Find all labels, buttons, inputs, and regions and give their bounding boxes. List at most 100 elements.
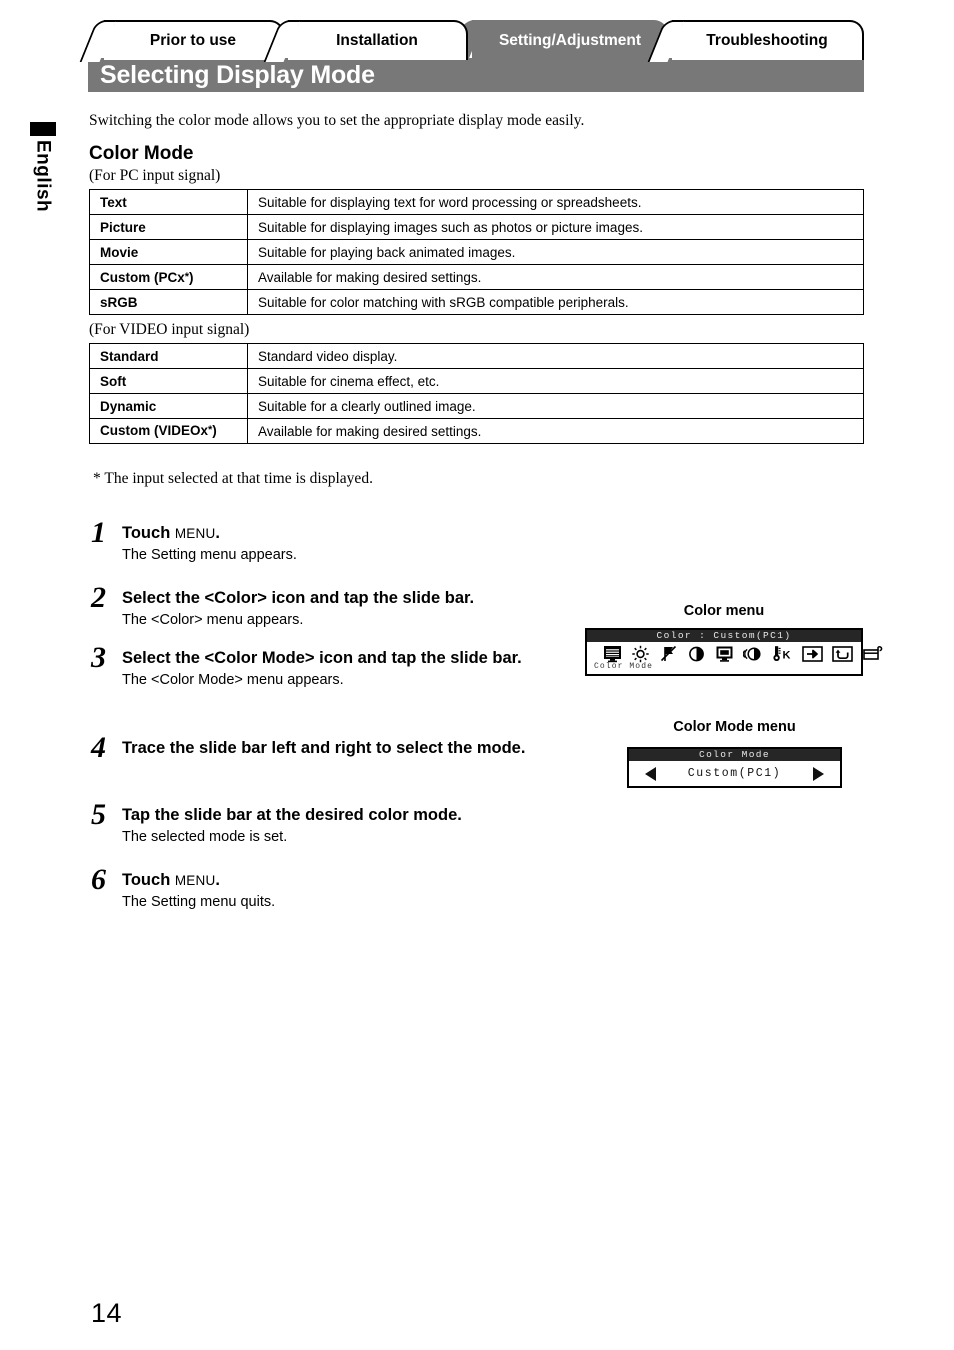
step-number: 6 <box>91 863 106 896</box>
tab-prior-to-use-label: Prior to use <box>149 32 237 49</box>
table-cell-desc: Suitable for displaying text for word pr… <box>247 189 864 215</box>
input-signal-icon[interactable] <box>802 645 823 663</box>
right-arrow-icon[interactable] <box>813 766 824 781</box>
pc-signal-caption: (For PC input signal) <box>89 167 221 184</box>
table-row: Standard Standard video display. <box>89 343 864 369</box>
brightness-icon[interactable] <box>631 645 650 663</box>
table-cell-mode: Custom (VIDEOx*) <box>89 417 248 445</box>
menu-key-label: MENU <box>174 873 216 888</box>
color-mode-icon[interactable] <box>603 645 622 663</box>
table-row: Soft Suitable for cinema effect, etc. <box>89 368 864 394</box>
menu-key-label: MENU <box>174 526 216 541</box>
table-cell-mode: sRGB <box>89 289 248 315</box>
step-heading-prefix: Touch <box>122 871 175 889</box>
table-cell-desc: Standard video display. <box>247 343 864 369</box>
left-arrow-icon[interactable] <box>645 766 656 781</box>
intro-text: Switching the color mode allows you to s… <box>89 112 585 129</box>
tab-installation[interactable]: Installation <box>288 20 468 60</box>
table-row: Custom (PCx*) Available for making desir… <box>89 264 864 290</box>
tab-troubleshooting[interactable]: Troubleshooting <box>672 20 864 60</box>
table-cell-mode: Movie <box>89 239 248 265</box>
table-cell-desc: Available for making desired settings. <box>247 264 864 290</box>
color-mode-menu-slide-bar[interactable]: Custom(PC1) <box>629 761 840 786</box>
step-heading: Tap the slide bar at the desired color m… <box>122 806 462 824</box>
color-menu-caption: Color menu <box>683 603 765 619</box>
step-heading: Select the <Color Mode> icon and tap the… <box>122 649 522 667</box>
screen-icon[interactable] <box>715 645 734 663</box>
page-header: Prior to use Installation Setting/Adjust… <box>88 20 864 92</box>
table-cell-desc: Suitable for a clearly outlined image. <box>247 393 864 419</box>
step-number: 2 <box>91 581 106 614</box>
svg-text:K: K <box>783 650 791 662</box>
section-heading-color-mode: Color Mode <box>89 143 194 164</box>
table-cell-mode: Standard <box>89 343 248 369</box>
language-side-tab: English <box>30 122 56 250</box>
color-mode-current-value: Custom(PC1) <box>687 767 782 780</box>
color-temperature-kelvin-icon[interactable]: K <box>771 645 793 663</box>
saturation-icon[interactable] <box>743 645 762 663</box>
contrast-icon[interactable] <box>687 645 706 663</box>
table-row: Text Suitable for displaying text for wo… <box>89 189 864 215</box>
step-heading-suffix: . <box>215 871 221 889</box>
tab-setting-adjustment[interactable]: Setting/Adjustment <box>472 20 668 60</box>
table-cell-mode: Dynamic <box>89 393 248 419</box>
tab-installation-label: Installation <box>336 32 418 49</box>
step-heading: Trace the slide bar left and right to se… <box>122 739 526 757</box>
table-row: Custom (VIDEOx*) Available for making de… <box>89 417 864 445</box>
page-title: Selecting Display Mode <box>100 60 375 89</box>
step-heading: Touch MENU. <box>122 870 562 891</box>
table-cell-desc: Suitable for color matching with sRGB co… <box>247 289 864 315</box>
table-cell-mode: Text <box>89 189 248 215</box>
table-row: Picture Suitable for displaying images s… <box>89 214 864 240</box>
color-menu-osd-title: Color : Custom(PC1) <box>587 630 861 642</box>
video-color-mode-table: Standard Standard video display. Soft Su… <box>89 343 864 445</box>
step-subtext: The <Color Mode> menu appears. <box>122 672 344 689</box>
page-title-bar: Selecting Display Mode <box>88 58 864 92</box>
step-subtext: The selected mode is set. <box>122 829 288 846</box>
step-heading-prefix: Touch <box>122 524 175 542</box>
table-row: Dynamic Suitable for a clearly outlined … <box>89 393 864 419</box>
language-tab-bar <box>30 122 56 136</box>
table-row: sRGB Suitable for color matching with sR… <box>89 289 864 315</box>
color-mode-menu-osd-title: Color Mode <box>629 749 840 761</box>
step-number: 4 <box>91 731 106 764</box>
table-cell-desc: Suitable for displaying images such as p… <box>247 214 864 240</box>
step-subtext: The Setting menu quits. <box>122 894 276 911</box>
video-signal-caption: (For VIDEO input signal) <box>89 321 250 338</box>
pc-color-mode-table: Text Suitable for displaying text for wo… <box>89 189 864 315</box>
color-menu-icon-strip: K Color Mode <box>587 642 883 673</box>
step-number: 3 <box>91 641 106 674</box>
step-heading: Touch MENU. <box>122 523 562 544</box>
step-subtext: The Setting menu appears. <box>122 547 297 564</box>
step-subtext: The <Color> menu appears. <box>122 612 304 629</box>
color-mode-menu-osd: Color Mode Custom(PC1) <box>627 747 842 788</box>
step-4: 4 Trace the slide bar left and right to … <box>91 733 562 763</box>
color-mode-menu-caption: Color Mode menu <box>673 719 796 735</box>
step-heading-suffix: . <box>215 524 221 542</box>
tab-troubleshooting-label: Troubleshooting <box>706 32 828 49</box>
reset-loop-icon[interactable] <box>832 645 853 663</box>
step-number: 5 <box>91 798 106 831</box>
information-icon[interactable] <box>862 645 883 663</box>
table-cell-desc: Available for making desired settings. <box>247 417 864 445</box>
language-label-wrapper: English <box>30 140 56 250</box>
table-cell-mode: Soft <box>89 368 248 394</box>
step-6: 6 Touch MENU. The Setting menu quits. <box>91 865 562 912</box>
language-label: English <box>32 140 54 213</box>
step-5: 5 Tap the slide bar at the desired color… <box>91 800 562 847</box>
table-cell-desc: Suitable for playing back animated image… <box>247 239 864 265</box>
step-heading: Select the <Color> icon and tap the slid… <box>122 589 475 607</box>
step-3: 3 Select the <Color Mode> icon and tap t… <box>91 643 562 690</box>
color-menu-osd: Color : Custom(PC1) K Color Mode <box>585 628 883 676</box>
tab-prior-to-use[interactable]: Prior to use <box>104 20 284 60</box>
footnote-text: * The input selected at that time is dis… <box>93 470 373 487</box>
table-cell-mode: Custom (PCx*) <box>89 264 248 290</box>
table-row: Movie Suitable for playing back animated… <box>89 239 864 265</box>
color-menu-selected-label: Color Mode <box>594 662 654 671</box>
step-number: 1 <box>91 516 106 549</box>
step-2: 2 Select the <Color> icon and tap the sl… <box>91 583 562 630</box>
step-1: 1 Touch MENU. The Setting menu appears. <box>91 518 562 565</box>
temperature-adjust-icon[interactable] <box>659 645 678 663</box>
tab-bar: Prior to use Installation Setting/Adjust… <box>88 20 864 60</box>
page-number: 14 <box>91 1298 123 1328</box>
